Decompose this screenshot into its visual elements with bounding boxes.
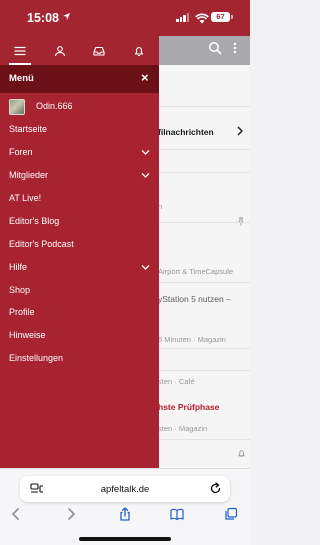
inbox-icon bbox=[93, 46, 105, 56]
book-icon bbox=[170, 508, 184, 521]
menu-item-profile[interactable]: Profile bbox=[0, 303, 159, 323]
menu-title: Menü bbox=[9, 73, 34, 84]
avatar bbox=[9, 99, 25, 115]
menu-item-editors-blog[interactable]: Editor's Blog bbox=[0, 212, 159, 232]
bell-icon bbox=[135, 46, 144, 56]
chevron-left-icon bbox=[11, 508, 19, 520]
status-bar: 15:08 67 bbox=[0, 0, 250, 36]
home-indicator bbox=[79, 537, 171, 541]
battery-tip bbox=[231, 15, 233, 19]
background-item: sten · Café bbox=[158, 377, 195, 386]
menu-item-label: Foren bbox=[9, 147, 33, 157]
reload-icon[interactable] bbox=[209, 482, 222, 495]
share-icon bbox=[120, 507, 130, 521]
url-text: apfeltalk.de bbox=[100, 484, 150, 495]
tab-alerts[interactable] bbox=[119, 36, 159, 65]
username: Odin.666 bbox=[36, 101, 73, 111]
menu-item-mitglieder[interactable]: Mitglieder bbox=[0, 166, 159, 186]
menu-item-label: Shop bbox=[9, 285, 31, 295]
drawer-tab-bar bbox=[0, 36, 159, 65]
background-item: hste Prüfphase bbox=[158, 402, 220, 412]
menu-item-startseite[interactable]: Startseite bbox=[0, 120, 159, 140]
tab-menu[interactable] bbox=[0, 36, 40, 65]
close-button[interactable]: × bbox=[141, 71, 149, 85]
menu-item-label: Editor's Blog bbox=[9, 216, 60, 226]
chevron-down-icon[interactable] bbox=[141, 149, 150, 156]
address-bar[interactable]: apfeltalk.de bbox=[20, 476, 230, 502]
location-arrow-icon bbox=[62, 12, 71, 23]
forward-button[interactable] bbox=[62, 506, 80, 522]
divider bbox=[158, 348, 250, 349]
wifi-icon bbox=[195, 11, 209, 24]
chevron-down-icon[interactable] bbox=[141, 264, 150, 271]
divider bbox=[158, 370, 250, 371]
chevron-down-icon[interactable] bbox=[141, 172, 150, 179]
browser-toolbar: apfeltalk.de bbox=[0, 468, 250, 545]
divider bbox=[158, 106, 250, 107]
battery-icon: 67 bbox=[211, 12, 230, 22]
menu-item-label: Mitglieder bbox=[9, 170, 49, 180]
menu-item-einstellungen[interactable]: Einstellungen bbox=[0, 349, 159, 369]
chevron-right-icon bbox=[237, 126, 243, 136]
bookmarks-button[interactable] bbox=[168, 506, 186, 522]
background-item: filnachrichten bbox=[158, 127, 214, 137]
chevron-right-icon bbox=[68, 508, 76, 520]
side-menu: Menü × Odin.666 Startseite Foren Mitglie… bbox=[0, 36, 159, 468]
menu-item-label: Startseite bbox=[9, 124, 48, 134]
divider bbox=[158, 222, 250, 223]
menu-item-at-live[interactable]: AT Live! bbox=[0, 189, 159, 209]
tabs-button[interactable] bbox=[222, 506, 240, 522]
hamburger-icon bbox=[14, 46, 26, 55]
bell-icon bbox=[237, 450, 246, 458]
status-time: 15:08 bbox=[27, 11, 59, 25]
divider bbox=[158, 282, 250, 283]
background-item: Airport & TimeCapsule bbox=[158, 267, 234, 276]
tabs-icon bbox=[225, 507, 238, 520]
background-item: yStation 5 nutzen – bbox=[158, 294, 231, 304]
background-item: sten · Magazin bbox=[158, 424, 208, 433]
background-item: 5 Minuten · Magazin bbox=[158, 335, 226, 344]
menu-item-label: Einstellungen bbox=[9, 353, 64, 363]
divider bbox=[158, 172, 250, 173]
menu-item-label: Editor's Podcast bbox=[9, 239, 74, 249]
menu-item-hilfe[interactable]: Hilfe bbox=[0, 258, 159, 278]
menu-header: Menü × bbox=[0, 65, 159, 93]
share-button[interactable] bbox=[116, 506, 134, 522]
back-button[interactable] bbox=[7, 506, 25, 522]
menu-item-editors-podcast[interactable]: Editor's Podcast bbox=[0, 235, 159, 255]
search-icon bbox=[208, 41, 224, 57]
more-vertical-icon bbox=[232, 41, 248, 57]
menu-item-label: Hinweise bbox=[9, 330, 46, 340]
tab-inbox[interactable] bbox=[80, 36, 120, 65]
cellular-signal-icon bbox=[176, 13, 190, 22]
menu-item-label: AT Live! bbox=[9, 193, 42, 203]
user-icon bbox=[54, 45, 65, 56]
menu-item-hinweise[interactable]: Hinweise bbox=[0, 326, 159, 346]
menu-item-label: Hilfe bbox=[9, 262, 28, 272]
menu-item-foren[interactable]: Foren bbox=[0, 143, 159, 163]
tab-account[interactable] bbox=[40, 36, 80, 65]
divider bbox=[158, 149, 250, 150]
divider bbox=[158, 439, 250, 440]
menu-item-user[interactable]: Odin.666 bbox=[0, 97, 159, 117]
menu-item-label: Profile bbox=[9, 307, 35, 317]
menu-item-shop[interactable]: Shop bbox=[0, 281, 159, 301]
